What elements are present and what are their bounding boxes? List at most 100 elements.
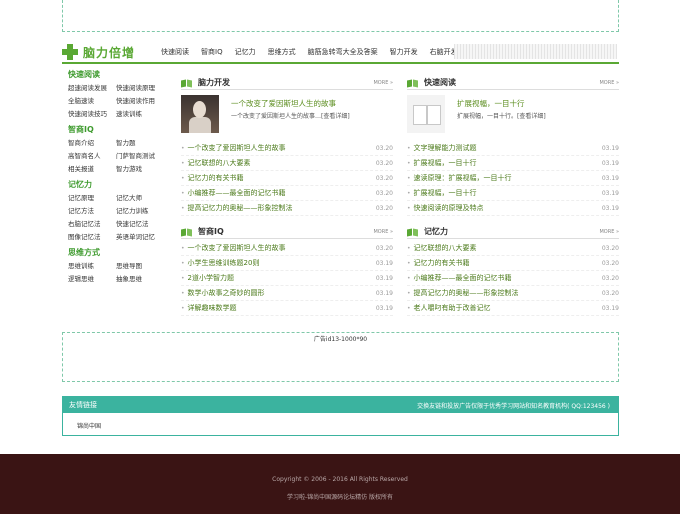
sidebar-link[interactable]: 智力游戏 xyxy=(116,163,164,175)
nav-item[interactable]: 智商IQ xyxy=(195,47,229,57)
sidebar-section-title[interactable]: 思维方式 xyxy=(68,246,162,260)
more-link[interactable]: MORE » xyxy=(599,229,619,235)
list-item-date: 03.20 xyxy=(375,190,393,197)
sidebar-link[interactable]: 快速阅读作用 xyxy=(116,95,164,107)
panel-title[interactable]: 智商IQ xyxy=(198,226,224,237)
list-item[interactable]: 快速阅读的原理及特点 03.19 xyxy=(407,201,619,216)
list-item-title[interactable]: 一个改变了爱因斯坦人生的故事 xyxy=(181,141,286,156)
sidebar-link[interactable]: 相关报道 xyxy=(68,163,116,175)
list-item-title[interactable]: 小编推荐——最全面的记忆书籍 xyxy=(407,271,512,286)
list-item[interactable]: 文字理解能力测试题 03.19 xyxy=(407,141,619,156)
nav-item[interactable]: 脑筋急转弯大全及答案 xyxy=(302,47,384,57)
sidebar-link[interactable]: 抽象思维 xyxy=(116,273,164,285)
list-item[interactable]: 提高记忆力的奥秘——形象控制法 03.20 xyxy=(181,201,393,216)
sidebar: 快速阅读 超速阅读发展 快速阅读原理 全脑速读 快速阅读作用 快速阅读技巧 速读… xyxy=(62,68,162,324)
sidebar-link[interactable]: 思维导图 xyxy=(116,260,164,272)
sidebar-link[interactable]: 记忆方法 xyxy=(68,205,116,217)
list-item-date: 03.20 xyxy=(375,205,393,212)
featured-desc[interactable]: 一个改变了爱因斯坦人生的故事…[查看详细] xyxy=(231,111,350,120)
panel-title[interactable]: 快速阅读 xyxy=(424,77,456,88)
list-item[interactable]: 扩展视幅，一目十行 03.19 xyxy=(407,186,619,201)
sidebar-section-title[interactable]: 智商IQ xyxy=(68,123,162,137)
list-item-date: 03.20 xyxy=(375,245,393,252)
sidebar-link[interactable]: 图像记忆法 xyxy=(68,231,116,243)
list-item[interactable]: 小编推荐——最全面的记忆书籍 03.20 xyxy=(407,271,619,286)
featured-title[interactable]: 扩展视幅，一目十行 xyxy=(457,98,525,109)
book-icon xyxy=(181,79,193,87)
sidebar-link[interactable]: 记忆大师 xyxy=(116,192,164,204)
nav-item[interactable]: 记忆力 xyxy=(229,47,262,57)
sidebar-link[interactable]: 高智商名人 xyxy=(68,150,116,162)
list-item-title[interactable]: 提高记忆力的奥秘——形象控制法 xyxy=(181,201,293,216)
list-item-title[interactable]: 扩展视幅，一目十行 xyxy=(407,156,477,171)
list-item-title[interactable]: 记忆联想的八大要素 xyxy=(181,156,251,171)
sidebar-link[interactable]: 思维训练 xyxy=(68,260,116,272)
featured-desc[interactable]: 扩展视幅，一目十行。[查看详细] xyxy=(457,111,546,120)
ad-label: 广告id13-1000*90 xyxy=(313,336,368,343)
list-item-title[interactable]: 文字理解能力测试题 xyxy=(407,141,477,156)
list-item[interactable]: 详解趣味数学题 03.19 xyxy=(181,301,393,316)
list-item-title[interactable]: 小学生思维训练题20则 xyxy=(181,256,260,271)
article-thumbnail[interactable] xyxy=(181,95,219,133)
panel-title[interactable]: 记忆力 xyxy=(424,226,448,237)
sidebar-link[interactable]: 全脑速读 xyxy=(68,95,116,107)
panel-title[interactable]: 脑力开发 xyxy=(198,77,230,88)
brand[interactable]: 脑力倍增 xyxy=(62,42,135,62)
list-item[interactable]: 记忆联想的八大要素 03.20 xyxy=(181,156,393,171)
nav-item[interactable]: 智力开发 xyxy=(384,47,424,57)
list-item-title[interactable]: 快速阅读的原理及特点 xyxy=(407,201,484,216)
panel-fast-reading: 快速阅读 MORE » 扩展视幅，一目十行 扩展视幅，一目十行。[查看详细] 文… xyxy=(407,76,619,216)
list-item[interactable]: 小学生思维训练题20则 03.19 xyxy=(181,256,393,271)
article-thumbnail[interactable] xyxy=(407,95,445,133)
sidebar-section-title[interactable]: 记忆力 xyxy=(68,178,162,192)
nav-item[interactable]: 快速阅读 xyxy=(155,47,195,57)
list-item-title[interactable]: 提高记忆力的奥秘——形象控制法 xyxy=(407,286,519,301)
list-item[interactable]: 数学小故事之奇妙的圆形 03.19 xyxy=(181,286,393,301)
list-item-title[interactable]: 详解趣味数学题 xyxy=(181,301,237,316)
list-item[interactable]: 一个改变了爱因斯坦人生的故事 03.20 xyxy=(181,141,393,156)
list-item-title[interactable]: 记忆联想的八大要素 xyxy=(407,241,477,256)
list-item[interactable]: 小编推荐——最全面的记忆书籍 03.20 xyxy=(181,186,393,201)
more-link[interactable]: MORE » xyxy=(599,80,619,86)
more-link[interactable]: MORE » xyxy=(373,229,393,235)
list-item[interactable]: 2道小学智力题 03.19 xyxy=(181,271,393,286)
list-item[interactable]: 老人嚼叼有助于改善记忆 03.19 xyxy=(407,301,619,316)
sidebar-link[interactable]: 右脑记忆法 xyxy=(68,218,116,230)
list-item-title[interactable]: 老人嚼叼有助于改善记忆 xyxy=(407,301,491,316)
list-item-title[interactable]: 小编推荐——最全面的记忆书籍 xyxy=(181,186,286,201)
sidebar-link[interactable]: 门萨智商测试 xyxy=(116,150,164,162)
friend-link[interactable]: 锦尚中国 xyxy=(77,423,101,430)
list-item[interactable]: 速读原理：扩展视幅，一目十行 03.19 xyxy=(407,171,619,186)
list-item-title[interactable]: 记忆力的有关书籍 xyxy=(407,256,470,271)
sidebar-link[interactable]: 智力题 xyxy=(116,137,164,149)
sidebar-link[interactable]: 逻辑思维 xyxy=(68,273,116,285)
list-item[interactable]: 记忆力的有关书籍 03.20 xyxy=(407,256,619,271)
sidebar-link[interactable]: 智商介绍 xyxy=(68,137,116,149)
sidebar-link[interactable]: 快速记忆法 xyxy=(116,218,164,230)
list-item[interactable]: 记忆力的有关书籍 03.20 xyxy=(181,171,393,186)
list-item[interactable]: 记忆联想的八大要素 03.20 xyxy=(407,241,619,256)
sidebar-link[interactable]: 记忆力训练 xyxy=(116,205,164,217)
sidebar-link[interactable]: 英语单词记忆 xyxy=(116,231,164,243)
list-item-title[interactable]: 速读原理：扩展视幅，一目十行 xyxy=(407,171,512,186)
list-item-title[interactable]: 扩展视幅，一目十行 xyxy=(407,186,477,201)
sidebar-link[interactable]: 快速阅读技巧 xyxy=(68,108,116,120)
list-item[interactable]: 提高记忆力的奥秘——形象控制法 03.20 xyxy=(407,286,619,301)
brand-nav-bar: 脑力倍增 快速阅读 智商IQ 记忆力 思维方式 脑筋急转弯大全及答案 智力开发 … xyxy=(62,42,619,64)
book-icon xyxy=(407,79,419,87)
list-item-title[interactable]: 数学小故事之奇妙的圆形 xyxy=(181,286,265,301)
list-item-title[interactable]: 一个改变了爱因斯坦人生的故事 xyxy=(181,241,286,256)
sidebar-link[interactable]: 记忆原理 xyxy=(68,192,116,204)
list-item[interactable]: 一个改变了爱因斯坦人生的故事 03.20 xyxy=(181,241,393,256)
list-item[interactable]: 扩展视幅，一目十行 03.19 xyxy=(407,156,619,171)
featured-title[interactable]: 一个改变了爱因斯坦人生的故事 xyxy=(231,98,336,109)
list-item-title[interactable]: 记忆力的有关书籍 xyxy=(181,171,244,186)
panel-iq: 智商IQ MORE » 一个改变了爱因斯坦人生的故事 03.20 小学生思维训练题… xyxy=(181,225,393,316)
nav-item[interactable]: 思维方式 xyxy=(262,47,302,57)
list-item-title[interactable]: 2道小学智力题 xyxy=(181,271,234,286)
sidebar-link[interactable]: 超速阅读发展 xyxy=(68,82,116,94)
more-link[interactable]: MORE » xyxy=(373,80,393,86)
sidebar-section-title[interactable]: 快速阅读 xyxy=(68,68,162,82)
sidebar-link[interactable]: 速读训练 xyxy=(116,108,164,120)
sidebar-link[interactable]: 快速阅读原理 xyxy=(116,82,164,94)
